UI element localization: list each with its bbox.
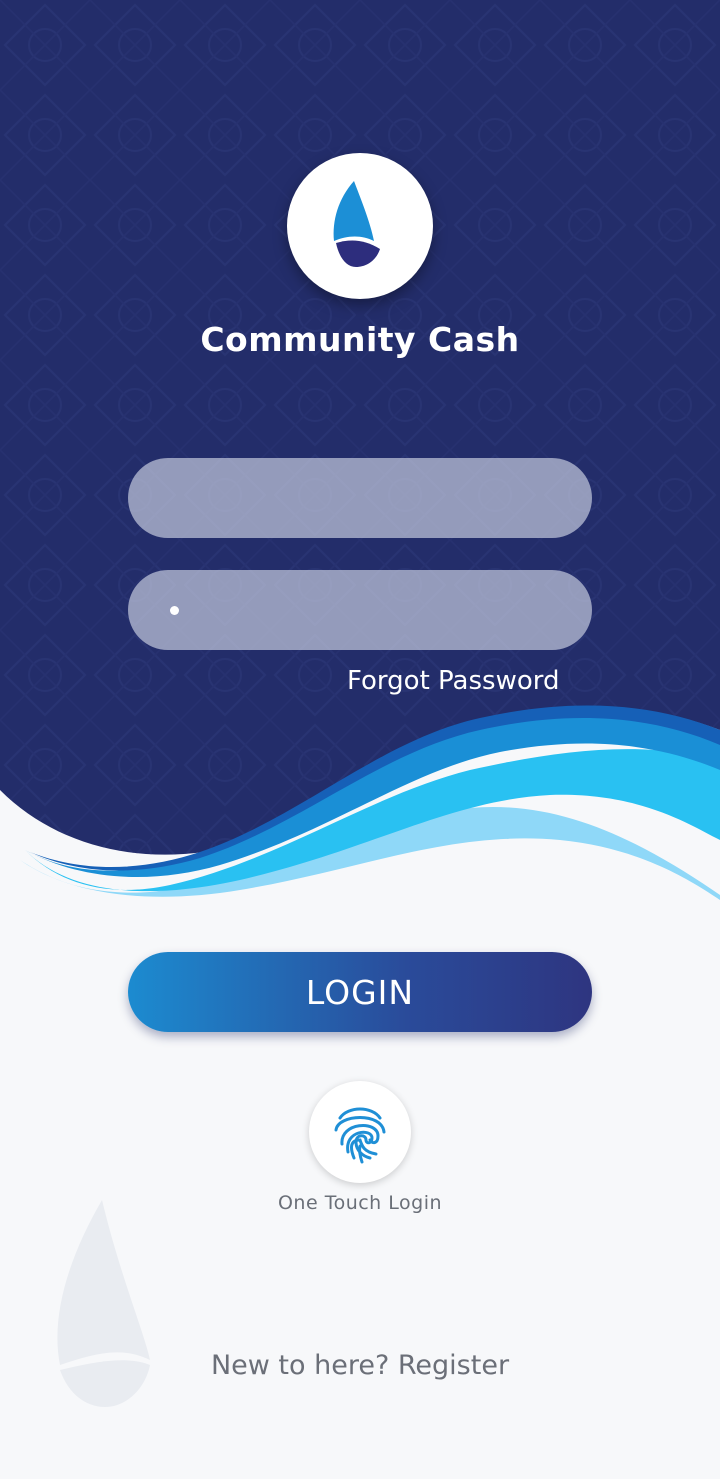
password-mask-dot	[170, 606, 179, 615]
username-input[interactable]	[128, 458, 592, 538]
app-title: Community Cash	[200, 320, 520, 359]
register-prompt-text: New to here?	[210, 1350, 390, 1381]
forgot-password-link[interactable]: Forgot Password	[347, 666, 559, 696]
one-touch-login-label: One Touch Login	[277, 1192, 443, 1214]
sail-logo-icon	[333, 180, 380, 267]
app-logo	[287, 153, 433, 299]
username-field[interactable]	[128, 458, 592, 538]
fingerprint-icon	[334, 1107, 386, 1164]
login-button[interactable]: LOGIN	[128, 952, 592, 1032]
password-field[interactable]: •	[128, 570, 592, 650]
one-touch-login-button[interactable]	[309, 1081, 411, 1183]
register-link[interactable]: Register	[398, 1350, 509, 1381]
register-prompt: New to here? Register	[0, 1350, 720, 1381]
